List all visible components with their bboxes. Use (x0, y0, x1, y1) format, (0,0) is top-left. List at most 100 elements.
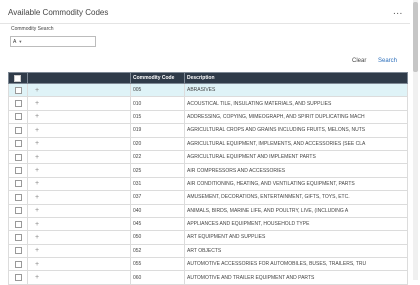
description-cell: AIR COMPRESSORS AND ACCESSORIES (184, 163, 408, 178)
row-checkbox[interactable] (15, 207, 22, 215)
plus-icon[interactable]: + (35, 154, 39, 161)
row-expand-cell: + (27, 203, 131, 218)
row-checkbox[interactable] (15, 86, 22, 94)
plus-icon[interactable]: + (35, 194, 39, 201)
table-row[interactable]: +055 AUTOMOTIVE ACCESSORIES FOR AUTOMOBIL… (8, 257, 408, 272)
table-row[interactable]: +025 AIR COMPRESSORS AND ACCESSORIES (8, 163, 408, 178)
plus-icon[interactable]: + (35, 87, 39, 94)
row-expand-cell: + (27, 163, 131, 178)
search-mode-select[interactable]: A ▼ (11, 37, 24, 46)
plus-icon[interactable]: + (35, 100, 39, 107)
plus-icon[interactable]: + (35, 140, 39, 147)
row-checkbox[interactable] (15, 274, 22, 282)
row-expand-cell: + (27, 109, 131, 125)
table-row[interactable]: +020 AGRICULTURAL EQUIPMENT, IMPLEMENTS, … (8, 136, 408, 151)
plus-icon[interactable]: + (35, 247, 39, 254)
description-cell: ABRASIVES (184, 82, 408, 98)
clear-button[interactable]: Clear (352, 58, 366, 64)
commodity-search-box: A ▼ (10, 36, 96, 47)
table-row[interactable]: +052 ART OBJECTS (8, 243, 408, 259)
row-select-cell (8, 149, 28, 165)
row-checkbox[interactable] (15, 260, 22, 268)
header-divider (0, 23, 410, 24)
row-checkbox[interactable] (15, 100, 22, 108)
row-select-cell (8, 230, 28, 245)
row-checkbox[interactable] (15, 167, 22, 175)
table-row[interactable]: +037 AMUSEMENT, DECORATIONS, ENTERTAINMEN… (8, 190, 408, 205)
row-select-cell (8, 82, 28, 98)
table-row[interactable]: +005 ABRASIVES (8, 82, 408, 98)
select-all-checkbox[interactable] (14, 74, 21, 82)
commodity-code-header[interactable]: Commodity Code (130, 72, 185, 84)
commodity-code-cell: 037 (130, 190, 185, 205)
table-header-row: Commodity Code Description (8, 72, 408, 84)
plus-icon[interactable]: + (35, 207, 39, 214)
row-select-cell (8, 136, 28, 151)
commodity-code-cell: 010 (130, 96, 185, 111)
row-expand-cell: + (27, 216, 131, 232)
scrollbar[interactable] (413, 0, 418, 280)
table-row[interactable]: +022 AGRICULTURAL EQUIPMENT AND IMPLEMENT… (8, 149, 408, 165)
row-checkbox[interactable] (15, 126, 22, 134)
commodity-code-cell: 050 (130, 230, 185, 245)
search-button[interactable]: Search (378, 58, 397, 64)
table-row[interactable]: +015 ADDRESSING, COPYING, MIMEOGRAPH, AND… (8, 109, 408, 125)
description-header[interactable]: Description (184, 72, 408, 84)
commodity-search-label: Commodity Search (11, 26, 54, 32)
expand-header (27, 72, 131, 84)
plus-icon[interactable]: + (35, 113, 39, 120)
plus-icon[interactable]: + (35, 180, 39, 187)
row-expand-cell: + (27, 270, 131, 285)
scrollbar-thumb[interactable] (413, 2, 418, 72)
description-cell: APPLIANCES AND EQUIPMENT, HOUSEHOLD TYPE (184, 216, 408, 232)
description-cell: AIR CONDITIONING, HEATING, AND VENTILATI… (184, 176, 408, 192)
plus-icon[interactable]: + (35, 234, 39, 241)
more-options-icon[interactable]: ... (393, 6, 403, 17)
commodity-code-cell: 022 (130, 149, 185, 165)
row-expand-cell: + (27, 176, 131, 192)
commodity-code-cell: 019 (130, 123, 185, 138)
row-checkbox[interactable] (15, 247, 22, 255)
commodity-search-input[interactable] (24, 37, 95, 46)
table-row[interactable]: +060 AUTOMOTIVE AND TRAILER EQUIPMENT AND… (8, 270, 408, 285)
row-checkbox[interactable] (15, 153, 22, 161)
table-row[interactable]: +040 ANIMALS, BIRDS, MARINE LIFE, AND POU… (8, 203, 408, 218)
plus-icon[interactable]: + (35, 261, 39, 268)
row-select-cell (8, 109, 28, 125)
row-select-cell (8, 243, 28, 259)
row-checkbox[interactable] (15, 220, 22, 228)
plus-icon[interactable]: + (35, 274, 39, 281)
row-checkbox[interactable] (15, 113, 22, 121)
row-select-cell (8, 270, 28, 285)
table-row[interactable]: +019 AGRICULTURAL CROPS AND GRAINS INCLUD… (8, 123, 408, 138)
commodity-code-cell: 025 (130, 163, 185, 178)
plus-icon[interactable]: + (35, 167, 39, 174)
commodity-code-cell: 052 (130, 243, 185, 259)
commodity-code-cell: 060 (130, 270, 185, 285)
commodity-code-cell: 045 (130, 216, 185, 232)
commodity-code-cell: 031 (130, 176, 185, 192)
row-expand-cell: + (27, 257, 131, 272)
row-checkbox[interactable] (15, 233, 22, 241)
commodity-code-cell: 020 (130, 136, 185, 151)
table-row[interactable]: +050 ART EQUIPMENT AND SUPPLIES (8, 230, 408, 245)
commodity-code-cell: 040 (130, 203, 185, 218)
description-cell: ART OBJECTS (184, 243, 408, 259)
row-select-cell (8, 190, 28, 205)
row-checkbox[interactable] (15, 180, 22, 188)
description-cell: ART EQUIPMENT AND SUPPLIES (184, 230, 408, 245)
description-cell: ANIMALS, BIRDS, MARINE LIFE, AND POULTRY… (184, 203, 408, 218)
plus-icon[interactable]: + (35, 127, 39, 134)
description-cell: ACOUSTICAL TILE, INSULATING MATERIALS, A… (184, 96, 408, 111)
table-row[interactable]: +045 APPLIANCES AND EQUIPMENT, HOUSEHOLD … (8, 216, 408, 232)
table-row[interactable]: +031 AIR CONDITIONING, HEATING, AND VENTI… (8, 176, 408, 192)
row-checkbox[interactable] (15, 140, 22, 148)
row-select-cell (8, 203, 28, 218)
description-cell: AGRICULTURAL CROPS AND GRAINS INCLUDING … (184, 123, 408, 138)
table-row[interactable]: +010 ACOUSTICAL TILE, INSULATING MATERIAL… (8, 96, 408, 111)
commodity-code-cell: 005 (130, 82, 185, 98)
row-expand-cell: + (27, 230, 131, 245)
row-checkbox[interactable] (15, 193, 22, 201)
plus-icon[interactable]: + (35, 221, 39, 228)
row-select-cell (8, 257, 28, 272)
